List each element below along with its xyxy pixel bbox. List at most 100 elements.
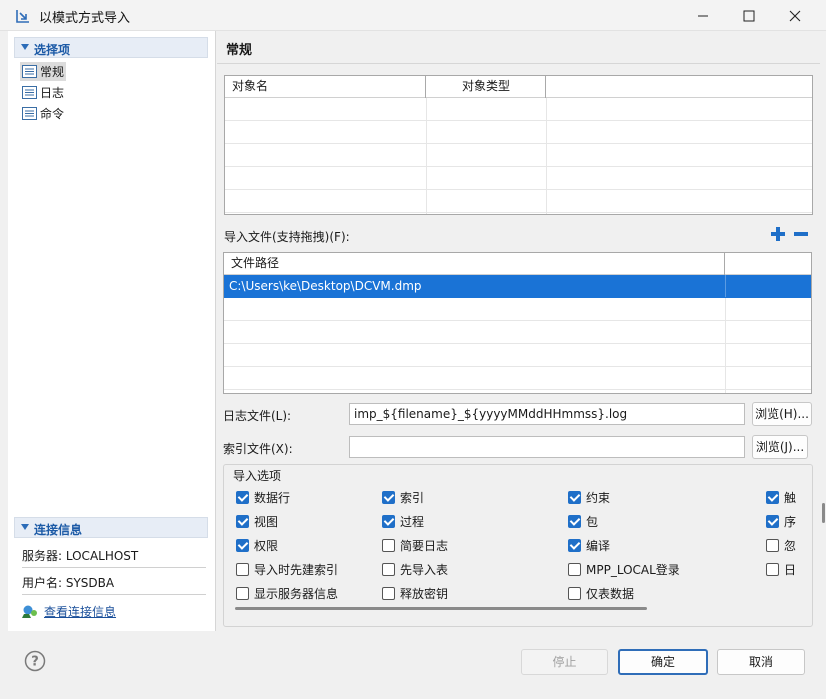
column-header-object-type[interactable]: 对象类型 (426, 76, 546, 98)
close-icon (789, 10, 801, 21)
checkbox-unchecked-icon[interactable] (766, 562, 779, 576)
table-row[interactable] (224, 298, 811, 321)
table-row[interactable] (224, 367, 811, 390)
option-label: 日 (784, 562, 797, 577)
server-info: 服务器: LOCALHOST (22, 541, 206, 568)
option-checkbox[interactable]: 释放密钥 (382, 584, 448, 602)
file-table[interactable]: 文件路径 C:\Users\ke\Desktop\DCVM.dmp (223, 252, 812, 394)
option-label: 包 (586, 514, 599, 529)
option-label: 视图 (254, 514, 279, 529)
option-label: 数据行 (254, 490, 291, 505)
option-checkbox[interactable]: 包 (568, 512, 598, 530)
object-table[interactable]: 对象名 对象类型 (224, 75, 813, 215)
column-header-file-path[interactable]: 文件路径 (224, 253, 725, 275)
option-checkbox[interactable]: 日 (766, 560, 796, 578)
table-row[interactable] (225, 98, 812, 121)
checkbox-checked-icon[interactable] (766, 490, 779, 504)
divider (217, 63, 820, 64)
option-checkbox[interactable]: 权限 (236, 536, 278, 554)
option-checkbox[interactable]: 导入时先建索引 (236, 560, 338, 578)
option-checkbox[interactable]: 忽 (766, 536, 796, 554)
table-row[interactable] (225, 190, 812, 213)
option-checkbox[interactable]: 索引 (382, 488, 424, 506)
table-row[interactable] (225, 121, 812, 144)
checkbox-checked-icon[interactable] (568, 538, 581, 552)
left-panel: 选择项 常规 日志 命令 连接信息 服务器: LOCALHOST 用户名: SY… (8, 31, 216, 631)
window-title: 以模式方式导入 (39, 11, 131, 26)
ok-button[interactable]: 确定 (618, 649, 708, 675)
checkbox-checked-icon[interactable] (382, 514, 395, 528)
username-info: 用户名: SYSDBA (22, 568, 206, 595)
checkbox-unchecked-icon[interactable] (568, 586, 581, 600)
nav-item-general[interactable]: 常规 (20, 62, 67, 81)
checkbox-unchecked-icon[interactable] (568, 562, 581, 576)
option-checkbox[interactable]: 数据行 (236, 488, 290, 506)
stop-button[interactable]: 停止 (521, 649, 608, 675)
checkbox-checked-icon[interactable] (236, 538, 249, 552)
plus-icon[interactable] (770, 226, 786, 242)
nav-item-log[interactable]: 日志 (20, 83, 66, 102)
option-checkbox[interactable]: 仅表数据 (568, 584, 634, 602)
checkbox-unchecked-icon[interactable] (766, 538, 779, 552)
index-file-input[interactable] (349, 436, 745, 458)
list-icon (22, 107, 37, 120)
column-header-object-name[interactable]: 对象名 (225, 76, 426, 98)
checkbox-unchecked-icon[interactable] (236, 586, 249, 600)
checkbox-unchecked-icon[interactable] (382, 562, 395, 576)
checkbox-unchecked-icon[interactable] (236, 562, 249, 576)
log-file-input[interactable]: imp_${filename}_${yyyyMMddHHmmss}.log (349, 403, 745, 425)
close-button[interactable] (772, 0, 818, 31)
help-icon[interactable]: ? (24, 650, 46, 672)
minimize-button[interactable] (680, 0, 726, 31)
option-label: 导入时先建索引 (254, 562, 339, 577)
connection-section-header[interactable]: 连接信息 (14, 517, 208, 538)
column-divider (426, 98, 427, 214)
checkbox-checked-icon[interactable] (236, 514, 249, 528)
browse-log-button[interactable]: 浏览(H)... (752, 402, 812, 426)
table-row[interactable] (225, 167, 812, 190)
option-checkbox[interactable]: 触 (766, 488, 796, 506)
table-row[interactable] (225, 144, 812, 167)
checkbox-checked-icon[interactable] (382, 490, 395, 504)
view-connection-label: 查看连接信息 (44, 605, 117, 619)
option-checkbox[interactable]: 先导入表 (382, 560, 448, 578)
table-row[interactable]: C:\Users\ke\Desktop\DCVM.dmp (224, 275, 811, 298)
checkbox-unchecked-icon[interactable] (382, 538, 395, 552)
horizontal-scrollbar[interactable] (235, 607, 647, 610)
checkbox-checked-icon[interactable] (568, 514, 581, 528)
maximize-button[interactable] (726, 0, 772, 31)
option-checkbox[interactable]: MPP_LOCAL登录 (568, 560, 680, 578)
nav-item-command[interactable]: 命令 (20, 104, 66, 123)
option-label: 约束 (586, 490, 611, 505)
nav-item-label: 日志 (40, 86, 65, 100)
option-checkbox[interactable]: 约束 (568, 488, 610, 506)
option-checkbox[interactable]: 过程 (382, 512, 424, 530)
maximize-icon (743, 10, 755, 21)
list-icon (22, 86, 37, 99)
nav-item-label: 常规 (40, 65, 65, 79)
options-viewport: 数据行 索引 约束 触视图 过程 包 序权限 简要日志 编译 忽导入时先建索引 先导入表 MPP_LO… (224, 486, 812, 606)
view-connection-link[interactable]: 查看连接信息 (22, 603, 116, 620)
option-checkbox[interactable]: 序 (766, 512, 796, 530)
nav-item-label: 命令 (40, 107, 65, 121)
table-header: 对象名 对象类型 (225, 76, 812, 98)
minus-icon[interactable] (793, 226, 809, 242)
checkbox-unchecked-icon[interactable] (382, 586, 395, 600)
browse-index-button[interactable]: 浏览(J)... (752, 435, 808, 459)
table-row[interactable] (224, 321, 811, 344)
option-checkbox[interactable]: 简要日志 (382, 536, 448, 554)
connection-icon (22, 605, 37, 618)
select-section-label: 选择项 (34, 43, 71, 57)
select-section-header[interactable]: 选择项 (14, 37, 208, 58)
index-file-label: 索引文件(X): (223, 442, 293, 456)
checkbox-checked-icon[interactable] (766, 514, 779, 528)
checkbox-checked-icon[interactable] (568, 490, 581, 504)
vertical-scrollbar[interactable] (822, 503, 825, 523)
option-checkbox[interactable]: 编译 (568, 536, 610, 554)
import-icon (16, 10, 29, 23)
option-checkbox[interactable]: 显示服务器信息 (236, 584, 338, 602)
checkbox-checked-icon[interactable] (236, 490, 249, 504)
option-checkbox[interactable]: 视图 (236, 512, 278, 530)
cancel-button[interactable]: 取消 (717, 649, 805, 675)
table-row[interactable] (224, 344, 811, 367)
